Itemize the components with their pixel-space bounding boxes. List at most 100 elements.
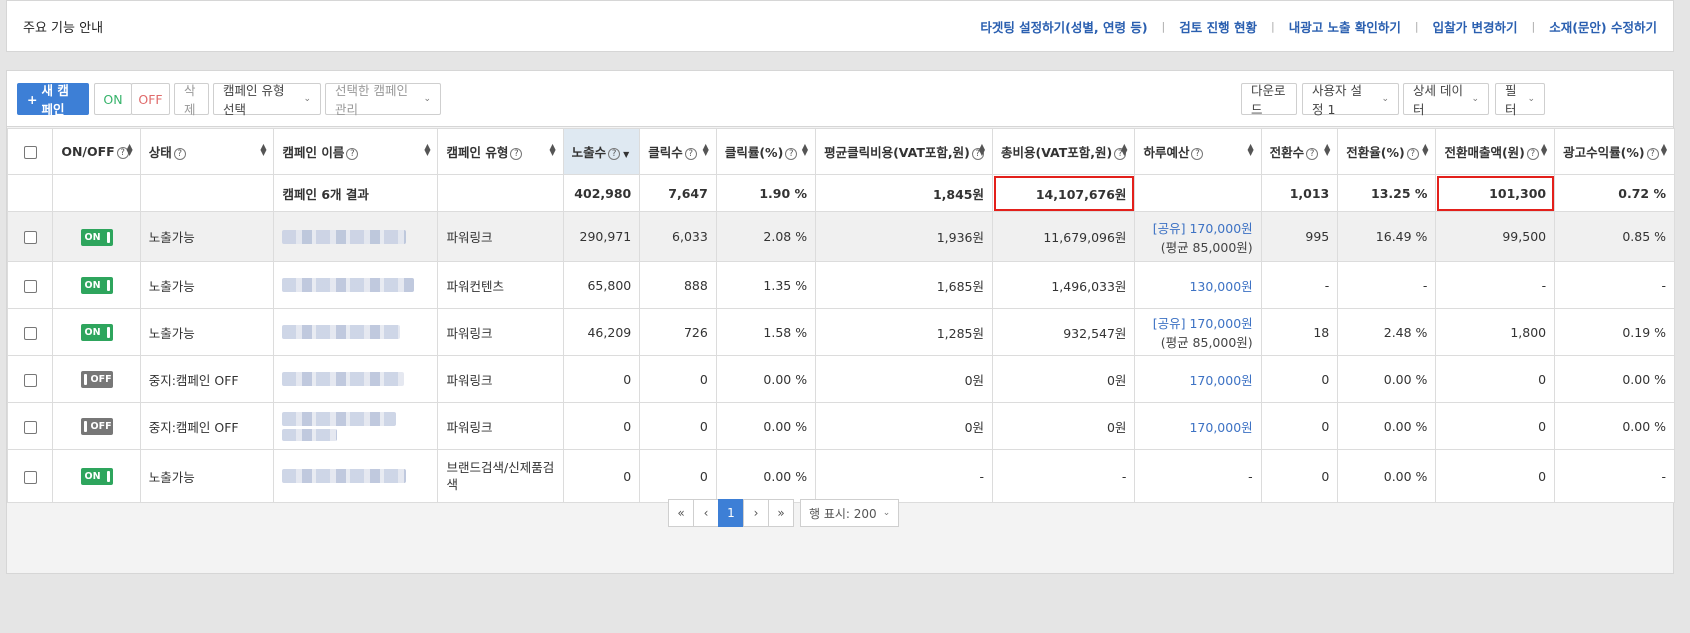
column-header-roas[interactable]: 광고수익률(%)? ▲ ▼ xyxy=(1554,128,1675,175)
daily-budget-link[interactable]: [공유] 170,000원 xyxy=(1143,313,1253,332)
page-1-button[interactable]: 1 xyxy=(718,499,744,527)
sort-icon[interactable]: ▲ ▼ xyxy=(1422,143,1428,157)
help-icon[interactable]: ? xyxy=(1646,148,1659,160)
review-status-link[interactable]: 검토 진행 현황 xyxy=(1179,17,1257,36)
sort-icon[interactable]: ▲ ▼ xyxy=(802,143,808,157)
column-header-conv-rate[interactable]: 전환율(%)? ▲ ▼ xyxy=(1337,128,1437,175)
column-header-cpc[interactable]: 평균클릭비용(VAT포함,원)? ▲ ▼ xyxy=(815,128,994,175)
column-header-conversions[interactable]: 전환수? ▲ ▼ xyxy=(1260,128,1339,175)
table-row[interactable]: ON 노출가능 파워링크 46,209 726 1.58 % 1,285원 93… xyxy=(6,308,1675,356)
help-icon[interactable]: ? xyxy=(785,148,798,160)
ctr: 1.58 % xyxy=(715,308,817,356)
table-row[interactable]: ON 노출가능 파워링크 290,971 6,033 2.08 % 1,936원… xyxy=(6,211,1675,262)
sort-icon[interactable]: ▲ ▼ xyxy=(1541,143,1547,157)
column-header-status[interactable]: 상태? ▲ ▼ xyxy=(139,128,275,175)
next-page-button[interactable]: › xyxy=(743,499,769,527)
table-row[interactable]: OFF 중지:캠페인 OFF 파워링크 0 0 0.00 % 0원 0원 170… xyxy=(6,355,1675,403)
sort-icon[interactable]: ▲ ▼ xyxy=(549,143,555,157)
impressions: 0 xyxy=(562,449,641,503)
campaign-name-cell[interactable] xyxy=(273,211,439,262)
edit-creative-link[interactable]: 소재(문안) 수정하기 xyxy=(1549,17,1657,36)
column-header-ctr[interactable]: 클릭률(%)? ▲ ▼ xyxy=(715,128,817,175)
table-row[interactable]: ON 노출가능 브랜드검색/신제품검색 0 0 0.00 % - - - 0 0… xyxy=(6,449,1675,503)
prev-page-button[interactable]: ‹ xyxy=(693,499,719,527)
blurred-campaign-name[interactable] xyxy=(282,469,407,483)
row-checkbox[interactable] xyxy=(23,231,37,244)
new-campaign-button[interactable]: + 새 캠페인 xyxy=(17,83,89,117)
last-page-button[interactable]: » xyxy=(768,499,794,527)
daily-budget-link[interactable]: [공유] 170,000원 xyxy=(1143,218,1253,237)
table-row[interactable]: OFF 중지:캠페인 OFF 파워링크 0 0 0.00 % 0원 0원 170… xyxy=(6,402,1675,450)
help-icon[interactable]: ? xyxy=(1306,148,1319,160)
manage-selected-select[interactable]: 선택한 캠페인 관리 ⌄ xyxy=(325,83,441,117)
campaign-toggle[interactable]: ON xyxy=(80,277,113,294)
sort-icon[interactable]: ▲ ▼ xyxy=(424,143,430,157)
help-icon[interactable]: ? xyxy=(684,148,697,160)
blurred-campaign-name[interactable] xyxy=(282,372,405,386)
filter-select[interactable]: 필터 ⌄ xyxy=(1495,83,1545,117)
sort-icon[interactable]: ▲ ▼ xyxy=(1661,143,1667,157)
sort-icon[interactable]: ▲ ▼ xyxy=(260,143,266,157)
column-header-cost[interactable]: 총비용(VAT포함,원)? ▲ ▼ xyxy=(992,128,1136,175)
help-icon[interactable]: ? xyxy=(1406,148,1419,160)
campaign-toggle[interactable]: OFF xyxy=(80,371,113,388)
bulk-off-button[interactable]: OFF xyxy=(131,83,170,115)
help-icon[interactable]: ? xyxy=(510,148,523,160)
sort-desc-icon[interactable]: ▼ xyxy=(623,150,629,159)
blurred-campaign-name[interactable] xyxy=(282,229,407,244)
targeting-setting-link[interactable]: 타겟팅 설정하기(성별, 연령 등) xyxy=(980,17,1147,36)
column-header-impressions[interactable]: 노출수? ▼ xyxy=(562,128,641,175)
delete-button[interactable]: 삭제 xyxy=(174,83,209,117)
help-icon[interactable]: ? xyxy=(173,148,186,160)
help-icon[interactable]: ? xyxy=(1191,148,1204,160)
row-checkbox[interactable] xyxy=(23,373,37,387)
campaign-toggle[interactable]: OFF xyxy=(80,418,113,435)
help-icon[interactable]: ? xyxy=(346,148,359,160)
column-header-onoff[interactable]: ON/OFF? ▲ ▼ xyxy=(52,128,141,175)
row-checkbox[interactable] xyxy=(23,326,37,340)
column-header-clicks[interactable]: 클릭수? ▲ ▼ xyxy=(639,128,717,175)
user-setting-select[interactable]: 사용자 설정 1 ⌄ xyxy=(1302,83,1399,117)
column-header-name[interactable]: 캠페인 이름? ▲ ▼ xyxy=(273,128,439,175)
campaign-name-cell[interactable] xyxy=(273,261,439,309)
help-icon[interactable]: ? xyxy=(1526,148,1539,160)
campaign-toggle[interactable]: ON xyxy=(80,468,113,485)
column-header-conv-revenue[interactable]: 전환매출액(원)? ▲ ▼ xyxy=(1435,128,1556,175)
campaign-type: 파워링크 xyxy=(437,355,564,403)
campaign-name-cell[interactable] xyxy=(273,402,439,450)
sort-icon[interactable]: ▲ ▼ xyxy=(1324,143,1330,157)
daily-budget-link[interactable]: 130,000원 xyxy=(1143,276,1252,295)
blurred-campaign-name[interactable] xyxy=(282,325,401,339)
rows-per-page-select[interactable]: 행 표시: 200 ⌄ xyxy=(800,499,900,527)
my-ad-check-link[interactable]: 내광고 노출 확인하기 xyxy=(1289,17,1401,36)
sort-icon[interactable]: ▲ ▼ xyxy=(1248,143,1254,157)
column-header-budget[interactable]: 하루예산? ▲ ▼ xyxy=(1134,128,1262,175)
daily-budget-link[interactable]: 170,000원 xyxy=(1143,370,1252,389)
help-icon[interactable]: ? xyxy=(608,148,621,160)
row-checkbox[interactable] xyxy=(23,279,37,293)
bulk-on-button[interactable]: ON xyxy=(94,83,132,115)
sort-icon[interactable]: ▲ ▼ xyxy=(703,143,709,157)
select-all-checkbox[interactable] xyxy=(23,146,37,159)
row-checkbox[interactable] xyxy=(23,420,37,434)
blurred-campaign-name[interactable] xyxy=(282,428,338,441)
detail-data-select[interactable]: 상세 데이터 ⌄ xyxy=(1403,83,1489,117)
daily-budget-link[interactable]: 170,000원 xyxy=(1143,417,1252,436)
campaign-name-cell[interactable] xyxy=(273,355,439,403)
row-checkbox[interactable] xyxy=(23,470,37,484)
download-button[interactable]: 다운로드 xyxy=(1241,83,1297,117)
blurred-campaign-name[interactable] xyxy=(282,278,415,292)
campaign-toggle[interactable]: ON xyxy=(80,228,113,246)
campaign-type-select[interactable]: 캠페인 유형 선택 ⌄ xyxy=(213,83,321,117)
campaign-name-cell[interactable] xyxy=(273,449,439,503)
column-header-type[interactable]: 캠페인 유형? ▲ ▼ xyxy=(437,128,564,175)
campaign-name-cell[interactable] xyxy=(273,308,439,356)
sort-icon[interactable]: ▲ ▼ xyxy=(1121,143,1127,157)
blurred-campaign-name[interactable] xyxy=(282,411,397,426)
table-row[interactable]: ON 노출가능 파워컨텐츠 65,800 888 1.35 % 1,685원 1… xyxy=(6,261,1675,309)
sort-icon[interactable]: ▲ ▼ xyxy=(979,143,985,157)
sort-icon[interactable]: ▲ ▼ xyxy=(127,143,133,157)
first-page-button[interactable]: « xyxy=(668,499,694,527)
campaign-toggle[interactable]: ON xyxy=(80,324,113,341)
change-bid-link[interactable]: 입찰가 변경하기 xyxy=(1433,17,1518,36)
